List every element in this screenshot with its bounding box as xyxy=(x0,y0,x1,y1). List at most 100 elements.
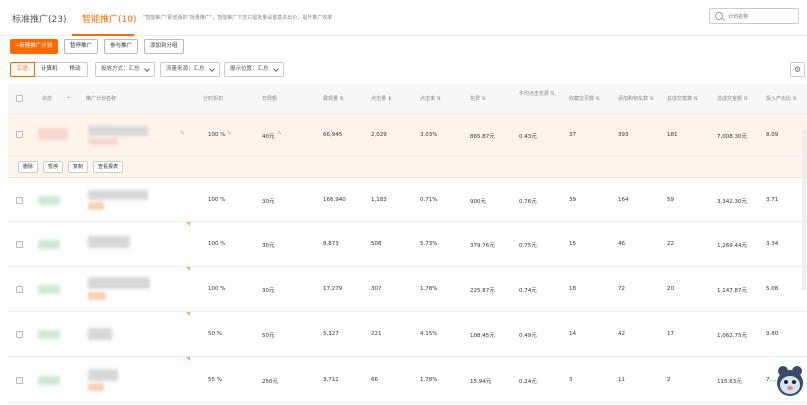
header-clicks[interactable]: 点击量 ⬇ xyxy=(371,95,392,102)
header-ctr[interactable]: 点击率 ⇅ xyxy=(420,95,441,102)
row-checkbox[interactable] xyxy=(16,131,23,138)
view-report-button[interactable]: 查看报表 xyxy=(93,161,124,173)
cell-cost: 865.87元 xyxy=(470,134,495,140)
cell-cost: 900元 xyxy=(470,199,486,205)
display-position-dropdown[interactable]: 展示位置：汇总 xyxy=(224,62,284,77)
plan-name-link[interactable] xyxy=(88,126,148,136)
table-row[interactable]: 100 % 30元 8,873 508 5.73% 379.76元 0.75元 … xyxy=(8,222,807,267)
row-checkbox[interactable] xyxy=(16,286,23,293)
plan-search-box[interactable] xyxy=(709,8,799,24)
status-badge xyxy=(38,196,60,205)
cell-cost: 108.45元 xyxy=(470,333,495,339)
table-header: 状态 ⌄ 推广计划名称 分时折扣 日限额 展现量 ⇅ 点击量 ⬇ 点击率 ⇅ 花… xyxy=(8,84,807,114)
header-cost[interactable]: 花费 ⇅ xyxy=(470,95,486,102)
cell-budget: 50元 xyxy=(262,333,275,339)
pause-button[interactable]: 暂停 xyxy=(43,161,64,173)
cell-cart-adds: 42 xyxy=(618,331,625,337)
cell-gmv: 1,062.75元 xyxy=(717,333,747,339)
plan-name-link[interactable] xyxy=(88,277,150,289)
delete-button[interactable]: 删除 xyxy=(18,161,39,173)
header-orders[interactable]: 总成交笔数 ⇅ xyxy=(667,95,698,102)
edit-budget-icon[interactable]: ✎ xyxy=(277,130,282,137)
cell-impressions: 8,873 xyxy=(323,241,339,247)
traffic-source-dropdown[interactable]: 流量来源：汇总 xyxy=(160,62,220,77)
status-badge xyxy=(38,330,60,339)
cell-clicks: 2,029 xyxy=(371,132,387,138)
cell-favorites: 3 xyxy=(569,377,573,383)
row-checkbox[interactable] xyxy=(16,197,23,204)
plan-name-link[interactable] xyxy=(88,236,130,248)
gear-icon[interactable]: ⚙ xyxy=(790,62,805,77)
row-checkbox[interactable] xyxy=(16,377,23,384)
cell-avg-cpc: 0.74元 xyxy=(519,288,537,294)
table-row[interactable]: 50 % 50元 5,327 221 4.15% 108.45元 0.49元 1… xyxy=(8,312,807,357)
cell-gmv: 7,008.30元 xyxy=(717,134,747,140)
edit-discount-icon[interactable]: ✎ xyxy=(227,130,232,137)
cell-impressions: 166,940 xyxy=(323,197,346,203)
copy-button[interactable]: 复制 xyxy=(68,161,89,173)
cell-orders: 59 xyxy=(667,197,674,203)
header-status[interactable]: 状态 xyxy=(42,95,52,102)
cell-orders: 181 xyxy=(667,132,678,138)
segment-mobile[interactable]: 移动 xyxy=(64,63,87,76)
cell-cart-adds: 11 xyxy=(618,377,625,383)
cell-impressions: 17,279 xyxy=(323,286,343,292)
pause-promotion-button[interactable]: 暂停推广 xyxy=(64,39,99,54)
assistant-mascot-icon[interactable] xyxy=(774,364,806,398)
row-checkbox[interactable] xyxy=(16,331,23,338)
header-impressions[interactable]: 展现量 ⇅ xyxy=(323,95,344,102)
select-all-checkbox[interactable] xyxy=(16,95,23,102)
edit-name-icon[interactable]: ✎ xyxy=(180,130,185,137)
header-gmv[interactable]: 总成交金额 ⇅ xyxy=(717,95,748,102)
header-plan-name: 推广计划名称 xyxy=(86,96,117,102)
cell-ctr: 0.71% xyxy=(420,197,438,203)
cell-avg-cpc: 0.24元 xyxy=(519,379,537,385)
plan-name-link[interactable] xyxy=(88,328,112,340)
cell-impressions: 66,945 xyxy=(323,132,343,138)
table-row[interactable]: 100 % 30元 166,940 1,183 0.71% 900元 0.76元… xyxy=(8,178,807,222)
table-row[interactable]: 55 % 250元 3,711 66 1.78% 15.94元 0.24元 3 … xyxy=(8,357,807,403)
cell-clicks: 1,183 xyxy=(371,197,387,203)
plan-name-link[interactable] xyxy=(88,190,148,200)
tab-smart-promotion[interactable]: 智能推广(10) xyxy=(82,12,136,25)
segment-summary[interactable]: 汇总 xyxy=(10,62,36,77)
cell-orders: 20 xyxy=(667,286,674,292)
cell-favorites: 37 xyxy=(569,132,576,138)
status-badge xyxy=(38,240,60,249)
cell-budget: 40元 xyxy=(262,134,275,140)
cell-avg-cpc: 0.76元 xyxy=(519,199,537,205)
cell-avg-cpc: 0.43元 xyxy=(519,134,537,140)
row-checkbox[interactable] xyxy=(16,241,23,248)
status-badge xyxy=(38,285,60,294)
chevron-down-icon[interactable]: ⌄ xyxy=(66,93,71,100)
new-plan-button[interactable]: +新建推广计划 xyxy=(10,39,59,54)
cell-roi: 3.34 xyxy=(766,241,779,247)
cell-budget: 30元 xyxy=(262,199,275,205)
delivery-method-dropdown[interactable]: 投放方式：汇总 xyxy=(95,62,155,77)
cell-ctr: 1.78% xyxy=(420,286,438,292)
header-cart-adds[interactable]: 添加购物车数 ⇅ xyxy=(618,95,654,102)
cell-gmv: 115.63元 xyxy=(717,379,742,385)
plan-name-link[interactable] xyxy=(88,369,118,381)
header-roi[interactable]: 投入产出比 ⇅ xyxy=(766,95,797,102)
header-avg-cpc[interactable]: 平均点击花费 ⇅ xyxy=(519,90,563,98)
cell-roi: 8.09 xyxy=(766,132,779,138)
tab-standard-promotion[interactable]: 标准推广(23) xyxy=(12,12,66,25)
add-to-group-button[interactable]: 添加到分组 xyxy=(144,39,184,54)
vertical-scrollbar[interactable] xyxy=(802,130,806,290)
corner-marker xyxy=(186,222,190,226)
cell-impressions: 5,327 xyxy=(323,331,339,337)
table-row[interactable]: ✎ 100 % ✎ 40元 ✎ 66,945 2,029 3.03% 865.8… xyxy=(8,114,807,156)
cell-discount: 50 % xyxy=(208,331,222,337)
cell-favorites: 18 xyxy=(569,286,576,292)
table-row[interactable]: 100 % 30元 17,279 307 1.78% 225.87元 0.74元… xyxy=(8,267,807,312)
cell-gmv: 1,269.44元 xyxy=(717,243,747,249)
join-promotion-button[interactable]: 参与推广 xyxy=(104,39,139,54)
plan-search-input[interactable] xyxy=(728,11,796,22)
segment-computer[interactable]: 计算机 xyxy=(35,63,64,76)
header-daily-budget: 日限额 xyxy=(262,96,278,102)
cell-avg-cpc: 0.49元 xyxy=(519,333,537,339)
cell-discount: 55 % xyxy=(208,377,222,383)
header-favorites[interactable]: 收藏宝贝数 ⇅ xyxy=(569,95,600,102)
cell-cost: 379.76元 xyxy=(470,243,495,249)
